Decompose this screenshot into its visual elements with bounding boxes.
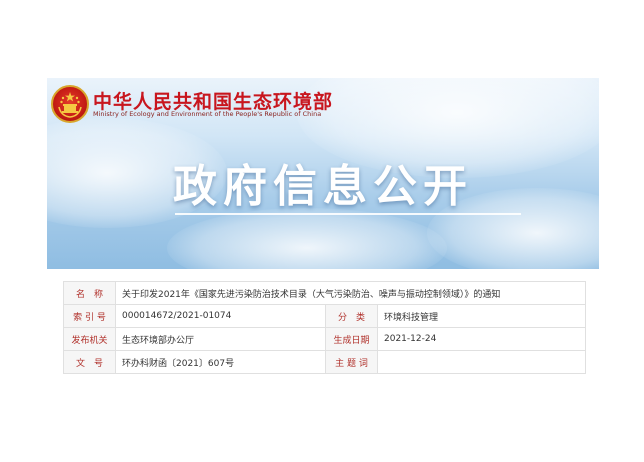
issuer-label: 发布机关: [63, 327, 116, 351]
subject-label: 主 题 词: [325, 350, 378, 374]
index-value: 000014672/2021-01074: [115, 304, 326, 328]
table-row: 名 称 关于印发2021年《国家先进污染防治技术目录（大气污染防治、噪声与振动控…: [63, 281, 587, 305]
index-label: 索 引 号: [63, 304, 116, 328]
national-emblem-icon[interactable]: [51, 85, 89, 123]
page: 中华人民共和国生态环境部 Ministry of Ecology and Env…: [47, 78, 599, 382]
category-label: 分 类: [325, 304, 378, 328]
page-title: 政府信息公开: [173, 161, 473, 212]
document-info-table: 名 称 关于印发2021年《国家先进污染防治技术目录（大气污染防治、噪声与振动控…: [63, 281, 587, 374]
table-row: 发布机关 生态环境部办公厅 生成日期 2021-12-24: [63, 327, 587, 351]
header-banner: 中华人民共和国生态环境部 Ministry of Ecology and Env…: [47, 78, 599, 269]
ministry-name-en: Ministry of Ecology and Environment of t…: [93, 110, 322, 118]
table-row: 文 号 环办科财函〔2021〕607号 主 题 词: [63, 350, 587, 374]
title-underline: [175, 213, 521, 215]
name-value: 关于印发2021年《国家先进污染防治技术目录（大气污染防治、噪声与振动控制领域）…: [114, 281, 587, 305]
date-label: 生成日期: [325, 327, 378, 351]
name-label: 名 称: [63, 281, 116, 305]
date-value: 2021-12-24: [376, 327, 587, 351]
doc-number-label: 文 号: [63, 350, 116, 374]
subject-value: [376, 350, 587, 374]
doc-number-value: 环办科财函〔2021〕607号: [115, 350, 326, 374]
issuer-value: 生态环境部办公厅: [115, 327, 326, 351]
category-value: 环境科技管理: [376, 304, 587, 328]
table-row: 索 引 号 000014672/2021-01074 分 类 环境科技管理: [63, 304, 587, 328]
